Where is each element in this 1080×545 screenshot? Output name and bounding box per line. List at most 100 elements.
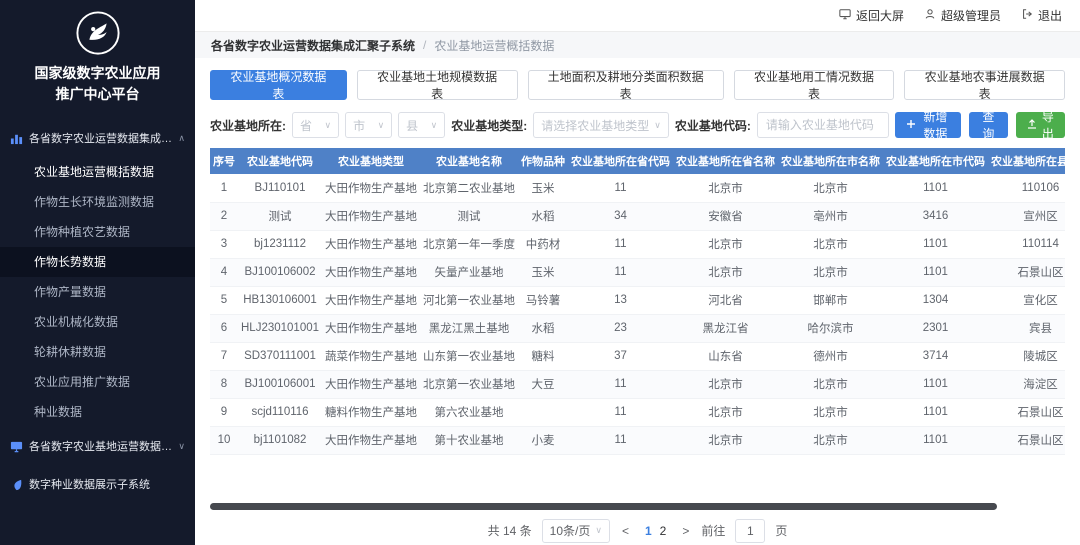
horizontal-scrollbar[interactable]	[210, 503, 997, 510]
table-cell: 北京第二农业基地	[420, 174, 518, 202]
page-number-2[interactable]: 2	[656, 524, 671, 538]
sidebar-item-8[interactable]: 农业应用推广数据	[0, 367, 195, 397]
table-cell: 玉米	[518, 174, 568, 202]
base-type-select[interactable]: 请选择农业基地类型 ∨	[533, 112, 669, 138]
monitor-icon	[10, 440, 23, 453]
sidebar-item-5[interactable]: 作物产量数据	[0, 277, 195, 307]
action-buttons: 新增数据 查询 导出	[895, 112, 1065, 138]
sidebar-item-9[interactable]: 种业数据	[0, 397, 195, 427]
table-cell: 石景山区	[988, 258, 1065, 286]
total-count: 共 14 条	[488, 522, 532, 539]
table-cell: 1101	[883, 398, 988, 426]
sidebar-item-2[interactable]: 作物生长环境监测数据	[0, 187, 195, 217]
sidebar-item-1[interactable]: 农业基地运营概括数据	[0, 157, 195, 187]
city-select[interactable]: 市 ∨	[345, 112, 392, 138]
table-cell: 陵城区	[988, 342, 1065, 370]
tab-4[interactable]: 农业基地农事进展数据表	[904, 70, 1065, 100]
table-cell: 北京市	[778, 426, 883, 454]
table-cell	[518, 398, 568, 426]
user-menu[interactable]: 超级管理员	[924, 7, 1001, 24]
column-header: 农业基地所在市代码	[883, 148, 988, 174]
table-row[interactable]: 10bj1101082大田作物生产基地第十农业基地小麦11北京市北京市1101石…	[210, 426, 1065, 454]
sidebar-section-0[interactable]: 各省数字农业运营数据集成汇聚子系统∧	[0, 119, 195, 157]
table-cell: 宾县	[988, 314, 1065, 342]
column-header: 农业基地代码	[238, 148, 322, 174]
page-size-select[interactable]: 10条/页 ∨	[542, 519, 610, 543]
table-row[interactable]: 7SD370111001蔬菜作物生产基地山东第一农业基地糖料37山东省德州市37…	[210, 342, 1065, 370]
table-cell: 北京市	[673, 398, 778, 426]
table-cell: 蔬菜作物生产基地	[322, 342, 420, 370]
tab-2[interactable]: 土地面积及耕地分类面积数据表	[528, 70, 724, 100]
sidebar-section-10[interactable]: 各省数字农业基地运营数据采集子系统∨	[0, 427, 195, 465]
table-cell: 北京市	[673, 426, 778, 454]
table-cell: 糖料作物生产基地	[322, 398, 420, 426]
tab-3[interactable]: 农业基地用工情况数据表	[734, 70, 895, 100]
table-row[interactable]: 3bj1231112大田作物生产基地北京第一年一季度中药材11北京市北京市110…	[210, 230, 1065, 258]
table-cell: 大田作物生产基地	[322, 286, 420, 314]
table-cell: 11	[568, 398, 673, 426]
add-data-button[interactable]: 新增数据	[895, 112, 961, 138]
table-row[interactable]: 4BJ100106002大田作物生产基地矢量产业基地玉米11北京市北京市1101…	[210, 258, 1065, 286]
sidebar-section-label: 数字种业数据展示子系统	[29, 476, 185, 492]
seed-icon	[10, 478, 23, 491]
province-select[interactable]: 省 ∨	[292, 112, 339, 138]
table-cell: 13	[568, 286, 673, 314]
table-row[interactable]: 8BJ100106001大田作物生产基地北京第一农业基地大豆11北京市北京市11…	[210, 370, 1065, 398]
query-button[interactable]: 查询	[969, 112, 1008, 138]
sidebar-item-7[interactable]: 轮耕休耕数据	[0, 337, 195, 367]
column-header: 农业基地所在省名称	[673, 148, 778, 174]
table-cell: 北京市	[673, 258, 778, 286]
sidebar-item-3[interactable]: 作物种植农艺数据	[0, 217, 195, 247]
table-cell: 糖料	[518, 342, 568, 370]
sidebar-item-4[interactable]: 作物长势数据	[0, 247, 195, 277]
table-cell: 3	[210, 230, 238, 258]
prev-page-button[interactable]: <	[620, 524, 631, 538]
table-cell: 北京第一农业基地	[420, 370, 518, 398]
page-number-1[interactable]: 1	[641, 524, 656, 538]
table-cell: 安徽省	[673, 202, 778, 230]
tab-0[interactable]: 农业基地概况数据表	[210, 70, 347, 100]
table-cell: 110114	[988, 230, 1065, 258]
logout-button[interactable]: 退出	[1021, 7, 1062, 24]
table-cell: 宣化区	[988, 286, 1065, 314]
chevron-down-icon: ∨	[654, 120, 661, 131]
table-cell: 马铃薯	[518, 286, 568, 314]
table-row[interactable]: 9scjd110116糖料作物生产基地第六农业基地11北京市北京市1101石景山…	[210, 398, 1065, 426]
sidebar-section-11[interactable]: 数字种业数据展示子系统	[0, 465, 195, 503]
table-row[interactable]: 5HB130106001大田作物生产基地河北第一农业基地马铃薯13河北省邯郸市1…	[210, 286, 1065, 314]
base-code-input[interactable]	[757, 112, 889, 138]
sidebar-item-6[interactable]: 农业机械化数据	[0, 307, 195, 337]
table-cell: 大田作物生产基地	[322, 258, 420, 286]
table-cell: 亳州市	[778, 202, 883, 230]
table-cell: 黑龙江省	[673, 314, 778, 342]
tab-1[interactable]: 农业基地土地规模数据表	[357, 70, 518, 100]
table-row[interactable]: 1BJ110101大田作物生产基地北京第二农业基地玉米11北京市北京市11011…	[210, 174, 1065, 202]
county-select[interactable]: 县 ∨	[398, 112, 445, 138]
table-row[interactable]: 2测试大田作物生产基地测试水稻34安徽省亳州市3416宣州区116.1221	[210, 202, 1065, 230]
table-cell: 海淀区	[988, 370, 1065, 398]
horizontal-scrollbar-track	[210, 503, 1065, 510]
page-numbers: 12	[641, 524, 670, 538]
next-page-button[interactable]: >	[680, 524, 691, 538]
export-icon	[1027, 118, 1037, 132]
export-button[interactable]: 导出	[1016, 112, 1065, 138]
plus-icon	[906, 118, 916, 132]
table-cell: 测试	[420, 202, 518, 230]
goto-suffix: 页	[775, 522, 787, 539]
table-body: 1BJ110101大田作物生产基地北京第二农业基地玉米11北京市北京市11011…	[210, 174, 1065, 454]
user-icon	[924, 8, 936, 23]
column-header: 农业基地所在省代码	[568, 148, 673, 174]
code-filter-label: 农业基地代码:	[675, 117, 751, 134]
table-cell: 大田作物生产基地	[322, 230, 420, 258]
page-content: 农业基地概况数据表农业基地土地规模数据表土地面积及耕地分类面积数据表农业基地用工…	[195, 58, 1080, 545]
back-to-dashboard-button[interactable]: 返回大屏	[839, 7, 904, 24]
filter-bar: 农业基地所在: 省 ∨ 市 ∨ 县 ∨ 农业基地类型: 请选择农业基地类型 ∨	[210, 112, 1065, 138]
table-cell: 1	[210, 174, 238, 202]
table-cell: HLJ230101001	[238, 314, 322, 342]
table-cell: 小麦	[518, 426, 568, 454]
table-row[interactable]: 6HLJ230101001大田作物生产基地黑龙江黑土基地水稻23黑龙江省哈尔滨市…	[210, 314, 1065, 342]
sidebar-section-label: 各省数字农业运营数据集成汇聚子系统	[29, 130, 172, 146]
breadcrumb-parent[interactable]: 各省数字农业运营数据集成汇聚子系统	[211, 37, 415, 54]
chevron-down-icon: ∨	[178, 441, 185, 452]
goto-page-input[interactable]	[735, 519, 765, 543]
